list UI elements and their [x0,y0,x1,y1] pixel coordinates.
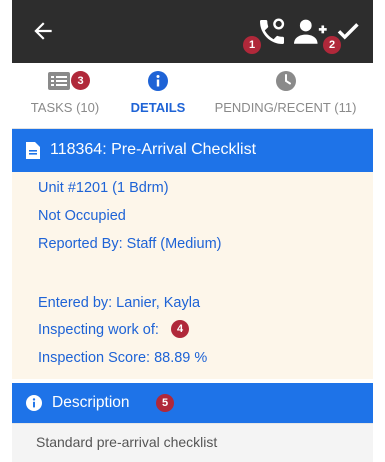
tab-pending-recent[interactable]: PENDING/RECENT (11) [198,63,373,129]
check-badge: 2 [323,36,341,54]
description-header[interactable]: Description 5 [12,383,373,423]
description-badge: 5 [156,394,174,412]
unit-text: Unit #1201 (1 Bdrm) [38,180,169,196]
screen: 1 2 3 TASKS (10) DETAILS PENDING/RECENT … [12,0,373,462]
tab-tasks[interactable]: 3 TASKS (10) [12,63,118,129]
tab-details[interactable]: DETAILS [118,63,198,129]
description-text: Standard pre-arrival checklist [36,434,218,450]
tasks-badge: 3 [71,71,90,90]
checklist-title: 118364: Pre-Arrival Checklist [50,141,257,158]
entered-by-text: Entered by: Lanier, Kayla [38,295,201,311]
inspecting-badge: 4 [171,320,189,338]
tab-tasks-label: TASKS (10) [30,100,100,115]
description-content: Standard pre-arrival checklist [12,423,373,462]
file-icon [26,142,40,159]
occupancy-text: Not Occupied [38,208,126,224]
list-icon [47,72,70,90]
reported-by-text: Reported By: Staff (Medium) [38,236,222,252]
call-badge: 1 [243,36,261,54]
clock-icon [275,71,296,91]
tab-details-label: DETAILS [130,100,186,115]
app-bar: 1 2 [12,0,373,63]
description-title: Description [52,394,130,411]
details-panel: Unit #1201 (1 Bdrm) Not Occupied Reporte… [12,172,373,379]
arrow-left-icon[interactable] [30,18,56,44]
tab-pending-label: PENDING/RECENT (11) [214,100,357,115]
checklist-title-bar: 118364: Pre-Arrival Checklist [12,129,373,172]
inspection-score-text: Inspection Score: 88.89 % [38,350,208,366]
tab-bar: 3 TASKS (10) DETAILS PENDING/RECENT (11) [12,63,373,129]
info-icon [148,71,168,91]
inspecting-work-text: Inspecting work of: [38,322,159,338]
info-icon [26,395,42,411]
